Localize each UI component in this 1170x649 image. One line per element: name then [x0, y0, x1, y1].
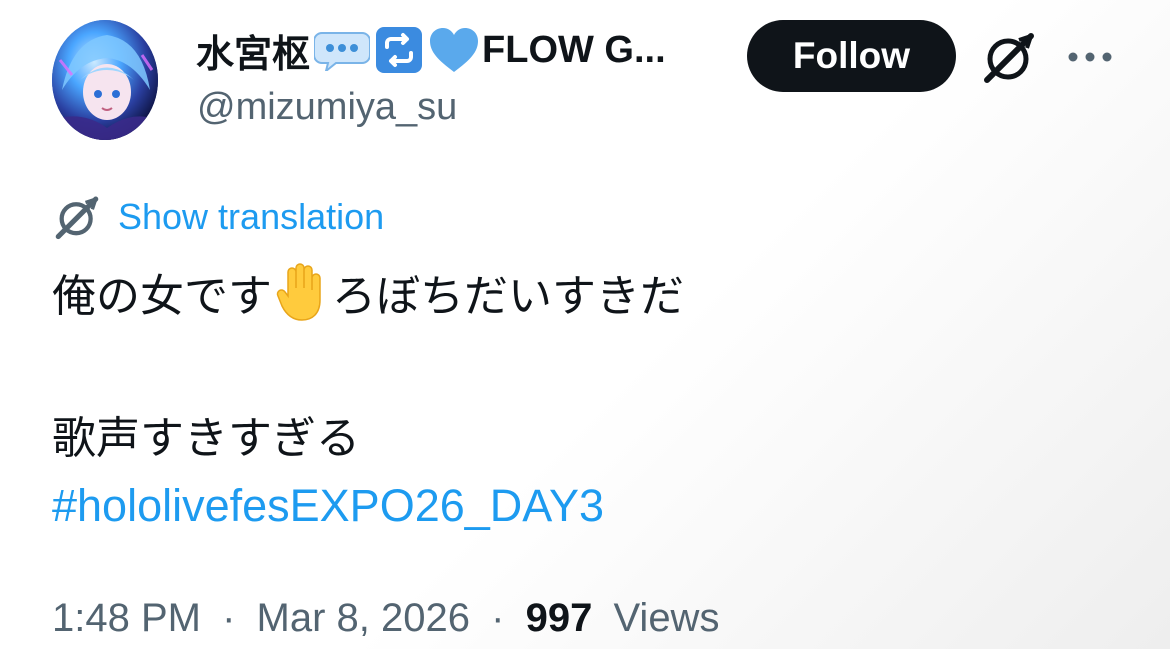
raised-hand-icon: [276, 262, 328, 322]
repeat-icon: [374, 25, 424, 75]
avatar[interactable]: [52, 20, 158, 140]
tweet-text-part: ろぼちだいすきだ: [332, 271, 684, 322]
translate-grok-icon: [55, 196, 99, 240]
tweet-text-line-2: 歌声すきすぎる: [52, 413, 360, 464]
tweet-time[interactable]: 1:48 PM: [52, 596, 201, 640]
more-icon: [1068, 52, 1112, 62]
hashtag-link[interactable]: #hololivefesEXPO26_DAY3: [52, 480, 604, 532]
grok-button[interactable]: [980, 30, 1038, 84]
display-name: 水宮枢: [196, 31, 311, 76]
author-name[interactable]: 水宮枢 FLOW G...: [196, 25, 666, 76]
meta-separator: ·: [491, 596, 505, 640]
avatar-image: [52, 20, 158, 140]
grok-icon: [984, 33, 1034, 83]
tweet-text-line-1: 俺の女です ろぼちだいすきだ: [52, 262, 684, 322]
blue-heart-icon: [428, 26, 480, 74]
tweet-meta: 1:48 PM · Mar 8, 2026 · 997 Views: [52, 596, 719, 641]
views-count: 997: [525, 596, 593, 640]
display-name-suffix: FLOW G...: [482, 28, 666, 71]
more-button[interactable]: [1064, 40, 1116, 74]
show-translation-link[interactable]: Show translation: [52, 194, 384, 240]
author-handle[interactable]: @mizumiya_su: [197, 86, 457, 129]
tweet-date[interactable]: Mar 8, 2026: [257, 596, 470, 640]
follow-button[interactable]: Follow: [747, 20, 956, 92]
show-translation-label: Show translation: [118, 196, 385, 237]
views-label: Views: [613, 596, 720, 640]
speech-bubble-icon: [314, 29, 371, 71]
tweet-text-part: 俺の女です: [52, 271, 272, 322]
meta-separator: ·: [222, 596, 236, 640]
